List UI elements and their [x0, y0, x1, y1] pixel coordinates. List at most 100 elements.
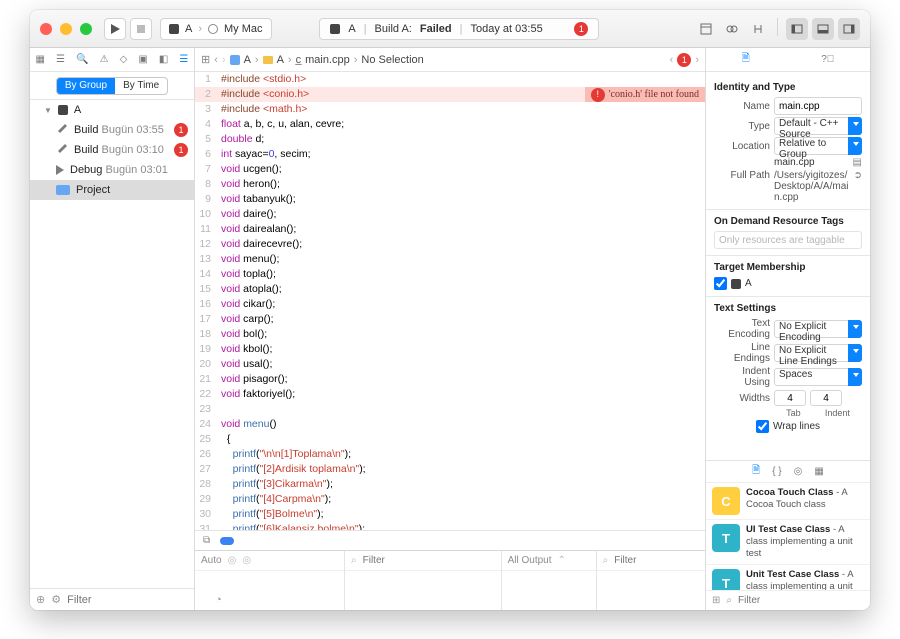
- issue-navigator-tab[interactable]: ⚠: [100, 54, 109, 65]
- navigator-filter-input[interactable]: [67, 594, 209, 606]
- status-error-badge[interactable]: 1: [574, 22, 588, 36]
- code-line[interactable]: 10void daire();: [195, 207, 705, 222]
- jump-back-button[interactable]: ‹: [214, 54, 218, 66]
- jump-forward-button[interactable]: ›: [222, 54, 226, 66]
- line-endings-select[interactable]: No Explicit Line Endings: [774, 344, 862, 362]
- code-line[interactable]: 4float a, b, c, u, alan, cevre;: [195, 117, 705, 132]
- code-line[interactable]: 21void pisagor();: [195, 372, 705, 387]
- code-line[interactable]: 6int sayac=0, secim;: [195, 147, 705, 162]
- indent-width-field[interactable]: [810, 390, 842, 406]
- breakpoint-indicator-icon[interactable]: [220, 537, 234, 545]
- toggle-navigator-button[interactable]: [786, 18, 808, 40]
- report-navigator-tab[interactable]: ☰: [179, 54, 188, 65]
- library-filter-input[interactable]: [738, 595, 870, 606]
- name-field[interactable]: [774, 97, 862, 115]
- lib-view-icon[interactable]: ⊞: [712, 595, 720, 606]
- minimize-window-button[interactable]: [60, 23, 72, 35]
- code-line[interactable]: 13void menu();: [195, 252, 705, 267]
- code-line[interactable]: 7void ucgen();: [195, 162, 705, 177]
- code-line[interactable]: 26 printf("\n\n[1]Toplama\n");: [195, 447, 705, 462]
- lib-file-templates-tab[interactable]: 🗎: [752, 463, 760, 480]
- target-checkbox[interactable]: [714, 277, 727, 290]
- find-navigator-tab[interactable]: 🔍: [76, 54, 88, 65]
- library-item[interactable]: CCocoa Touch Class - A Cocoa Touch class: [706, 483, 870, 520]
- code-line[interactable]: 18void bol();: [195, 327, 705, 342]
- error-badge[interactable]: 1: [174, 123, 188, 137]
- jump-crumb-symbol[interactable]: No Selection: [361, 54, 423, 66]
- library-item[interactable]: TUI Test Case Class - A class implementi…: [706, 520, 870, 565]
- library-item[interactable]: TUnit Test Case Class - A class implemen…: [706, 565, 870, 590]
- choose-file-icon[interactable]: ▤: [853, 157, 862, 168]
- toggle-debug-button[interactable]: [812, 18, 834, 40]
- jumpbar-prev-issue[interactable]: ‹: [670, 54, 674, 66]
- code-line[interactable]: 19void kbol();: [195, 342, 705, 357]
- toggle-inspector-button[interactable]: [838, 18, 860, 40]
- encoding-select[interactable]: No Explicit Encoding: [774, 320, 862, 338]
- file-inspector-tab[interactable]: 🗎: [742, 51, 750, 68]
- scheme-selector[interactable]: A › My Mac: [160, 18, 272, 40]
- breakpoint-navigator-tab[interactable]: ◧: [159, 54, 168, 65]
- code-line[interactable]: 23: [195, 402, 705, 417]
- code-line[interactable]: 22void faktoriyel();: [195, 387, 705, 402]
- variables-auto-label[interactable]: Auto: [201, 555, 222, 566]
- reveal-in-finder-icon[interactable]: ➲: [854, 170, 862, 181]
- run-button[interactable]: [104, 18, 126, 40]
- indent-using-select[interactable]: Spaces: [774, 368, 862, 386]
- error-badge[interactable]: 1: [174, 143, 188, 157]
- inline-error[interactable]: !'conio.h' file not found: [585, 87, 705, 102]
- report-root[interactable]: ▼ A: [30, 100, 194, 120]
- code-line[interactable]: 5double d;: [195, 132, 705, 147]
- code-line[interactable]: 31 printf("[6]Kalansiz bolme\n");: [195, 522, 705, 530]
- wrap-lines-checkbox[interactable]: [756, 420, 769, 433]
- code-line[interactable]: 3#include <math.h>: [195, 102, 705, 117]
- report-item[interactable]: Debug Bugün 03:01: [30, 160, 194, 180]
- code-line[interactable]: 24void menu(): [195, 417, 705, 432]
- tab-width-field[interactable]: [774, 390, 806, 406]
- lib-media-tab[interactable]: ▦: [814, 466, 823, 477]
- source-editor[interactable]: 1#include <stdio.h>2#include <conio.h>!'…: [195, 72, 705, 530]
- debug-navigator-tab[interactable]: ▣: [138, 54, 147, 65]
- jump-crumb-group[interactable]: A: [263, 54, 284, 66]
- lib-objects-tab[interactable]: ◎: [794, 466, 803, 477]
- test-navigator-tab[interactable]: ◇: [120, 54, 128, 65]
- related-items-icon[interactable]: ⊞: [201, 53, 210, 66]
- symbol-navigator-tab[interactable]: ☰: [56, 54, 65, 65]
- report-grouping-segment[interactable]: By Group By Time: [56, 77, 168, 95]
- stop-button[interactable]: [130, 18, 152, 40]
- code-line[interactable]: 28 printf("[3]Cikarma\n");: [195, 477, 705, 492]
- code-line[interactable]: 14void topla();: [195, 267, 705, 282]
- code-line[interactable]: 25 {: [195, 432, 705, 447]
- code-line[interactable]: 12void dairecevre();: [195, 237, 705, 252]
- report-item[interactable]: Build Bugün 03:101: [30, 140, 194, 160]
- report-project[interactable]: Project: [30, 180, 194, 200]
- report-item[interactable]: Build Bugün 03:551: [30, 120, 194, 140]
- jumpbar-next-issue[interactable]: ›: [695, 54, 699, 66]
- console-scope-label[interactable]: All Output: [508, 555, 552, 566]
- seg-by-group[interactable]: By Group: [57, 78, 115, 94]
- close-window-button[interactable]: [40, 23, 52, 35]
- breakpoint-gutter-icon[interactable]: ⧉: [203, 535, 210, 546]
- quick-help-tab[interactable]: ?⃝: [821, 54, 834, 65]
- jumpbar-error-badge[interactable]: 1: [677, 53, 691, 67]
- disclosure-triangle-icon[interactable]: ▼: [44, 106, 52, 115]
- location-select[interactable]: Relative to Group: [774, 137, 862, 155]
- variables-filter-input[interactable]: [363, 555, 495, 566]
- code-line[interactable]: 1#include <stdio.h>: [195, 72, 705, 87]
- jump-crumb-project[interactable]: A: [230, 54, 251, 66]
- filter-gear-icon[interactable]: ⚙: [51, 593, 61, 606]
- code-line[interactable]: 30 printf("[5]Bolme\n");: [195, 507, 705, 522]
- seg-by-time[interactable]: By Time: [115, 78, 167, 94]
- code-line[interactable]: 15void atopla();: [195, 282, 705, 297]
- type-select[interactable]: Default - C++ Source: [774, 117, 862, 135]
- code-line[interactable]: 16void cikar();: [195, 297, 705, 312]
- jump-crumb-file[interactable]: c̲main.cpp: [296, 54, 350, 66]
- console-filter-input[interactable]: [614, 555, 705, 566]
- filter-add-icon[interactable]: ⊕: [36, 593, 45, 606]
- code-line[interactable]: 8void heron();: [195, 177, 705, 192]
- code-line[interactable]: 27 printf("[2]Ardisik toplama\n");: [195, 462, 705, 477]
- code-line[interactable]: 17void carp();: [195, 312, 705, 327]
- lib-code-snippets-tab[interactable]: { }: [772, 466, 781, 477]
- code-line[interactable]: 29 printf("[4]Carpma\n");: [195, 492, 705, 507]
- editor-standard-button[interactable]: [695, 18, 717, 40]
- editor-version-button[interactable]: [747, 18, 769, 40]
